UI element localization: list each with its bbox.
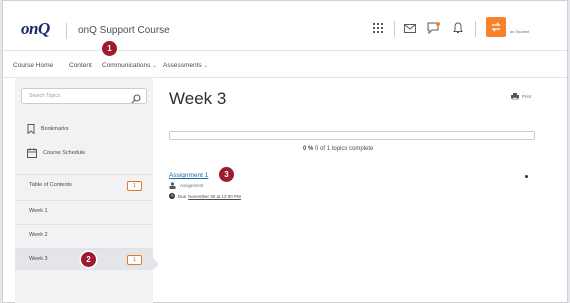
nav-label: Communications [102, 62, 151, 69]
nav-course-home[interactable]: Course Home [13, 62, 53, 69]
chat-icon[interactable] [422, 18, 444, 38]
clock-icon [169, 193, 175, 199]
mail-icon[interactable] [399, 18, 421, 38]
bell-icon[interactable] [447, 18, 469, 38]
week-label: Week 1 [29, 208, 48, 214]
nav-label: Assessments [163, 62, 202, 69]
print-button[interactable]: Print [511, 93, 531, 100]
table-of-contents-link[interactable]: Table of Contents 1 [15, 174, 153, 196]
chevron-down-icon: ⌄ [152, 63, 157, 69]
toc-label: Table of Contents [29, 182, 72, 188]
header-divider [394, 21, 395, 37]
bookmarks-link[interactable]: Bookmarks [27, 124, 69, 134]
nav-content[interactable]: Content [69, 62, 92, 69]
print-label: Print [522, 94, 532, 99]
course-schedule-label: Course Schedule [43, 150, 86, 156]
assignment-type: Assignment [169, 182, 204, 189]
sidebar-item-week-1[interactable]: Week 1 [15, 200, 153, 222]
progress-bar [169, 131, 535, 140]
progress-summary: 0 of 1 topics complete [315, 146, 374, 152]
sidebar-item-week-2[interactable]: Week 2 [15, 224, 153, 246]
search-icon[interactable] [131, 91, 141, 109]
step-marker-3: 3 [219, 167, 234, 182]
page-title: Week 3 [169, 89, 227, 108]
nav-communications[interactable]: Communications ⌄ [102, 62, 157, 69]
step-marker-1: 1 [102, 41, 117, 56]
assignment-due: Due November 30 at 12:00 PM [169, 193, 241, 199]
role-label[interactable]: as Student [510, 29, 529, 34]
course-title[interactable]: onQ Support Course [78, 25, 170, 36]
calendar-icon [27, 148, 37, 158]
active-item-pointer [153, 258, 159, 270]
logo-divider [66, 23, 67, 39]
waffle-icon[interactable] [367, 18, 389, 38]
course-schedule-link[interactable]: Course Schedule [27, 148, 85, 158]
due-prefix: Due [178, 193, 187, 199]
search-topics-input[interactable]: Search Topics [21, 88, 147, 104]
course-navbar: Course Home Content Communications ⌄ Asse… [3, 52, 567, 78]
top-header: onQ onQ Support Course as Student [3, 1, 567, 51]
unread-count-badge: 1 [127, 181, 142, 191]
content-sidebar: Search Topics Bookmarks Course Schedule … [15, 78, 159, 303]
printer-icon [511, 93, 519, 100]
app-window: onQ onQ Support Course as Student Course… [2, 0, 568, 303]
week-label: Week 2 [29, 232, 48, 238]
more-actions-dot[interactable] [525, 175, 528, 178]
unread-count-badge: 1 [127, 255, 142, 265]
assignment-type-label: Assignment [180, 183, 204, 188]
nav-assessments[interactable]: Assessments ⌄ [163, 62, 208, 69]
step-marker-2: 2 [81, 252, 96, 267]
week-label: Week 3 [29, 256, 48, 262]
progress-percent: 0 % [303, 146, 314, 152]
bookmarks-label: Bookmarks [41, 126, 69, 132]
due-date: November 30 at 12:00 PM [188, 193, 241, 199]
role-switch-icon[interactable] [486, 17, 506, 37]
nav-label: Content [69, 62, 92, 69]
progress-text: 0 % 0 of 1 topics complete [303, 146, 373, 152]
onq-logo[interactable]: onQ [21, 19, 50, 39]
assignment-icon [169, 182, 176, 189]
nav-label: Course Home [13, 62, 54, 69]
bookmark-icon [27, 124, 35, 134]
search-placeholder: Search Topics [29, 93, 61, 99]
assignment-link[interactable]: Assignment 1 [169, 172, 208, 179]
chevron-down-icon: ⌄ [203, 63, 208, 69]
header-divider [475, 21, 476, 37]
